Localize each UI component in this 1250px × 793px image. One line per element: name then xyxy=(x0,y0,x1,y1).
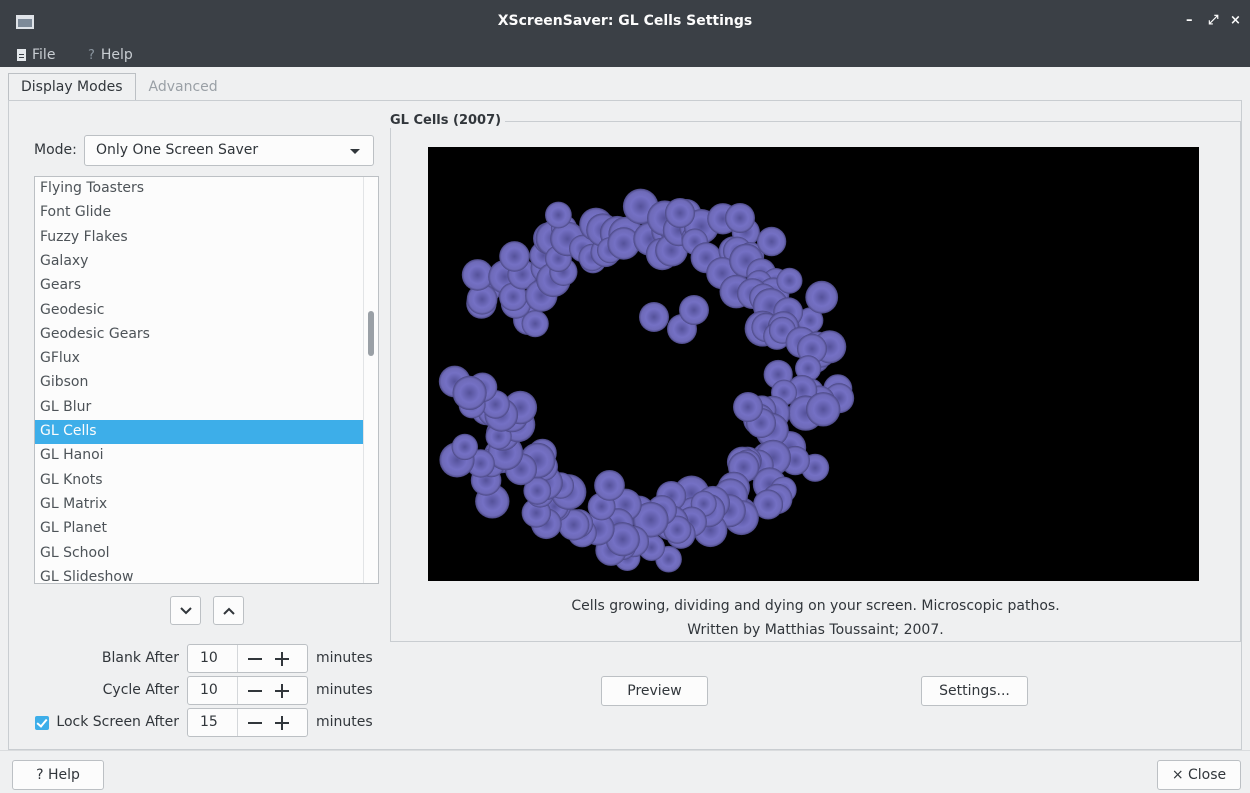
minus-icon[interactable] xyxy=(248,658,262,660)
list-item[interactable]: GL Blur xyxy=(35,396,364,420)
tab-advanced[interactable]: Advanced xyxy=(136,73,231,101)
cell-shape xyxy=(594,470,625,501)
cycle-after-label: Cycle After xyxy=(102,682,179,698)
help-icon: ? xyxy=(36,767,44,783)
cell-shape xyxy=(452,375,487,410)
list-item[interactable]: Gibson xyxy=(35,371,364,395)
blank-after-value[interactable]: 10 xyxy=(200,650,218,666)
cycle-after-unit: minutes xyxy=(316,682,373,698)
list-item[interactable]: GFlux xyxy=(35,347,364,371)
menu-bar: File ? Help xyxy=(0,45,1250,67)
previous-saver-button[interactable] xyxy=(213,596,244,625)
close-button[interactable]: × Close xyxy=(1157,760,1241,790)
cell-shape xyxy=(679,295,709,325)
cell-shape xyxy=(639,302,669,332)
mode-label: Mode: xyxy=(34,142,77,158)
menu-help[interactable]: ? Help xyxy=(88,45,133,65)
cycle-after-value[interactable]: 10 xyxy=(200,682,218,698)
tab-display-modes[interactable]: Display Modes xyxy=(8,73,136,101)
list-item[interactable]: GL Knots xyxy=(35,469,364,493)
scrollbar-thumb[interactable] xyxy=(368,311,374,356)
list-item[interactable]: Flying Toasters xyxy=(35,177,364,201)
preview-title: GL Cells (2007) xyxy=(390,113,506,128)
preview-description: Cells growing, dividing and dying on you… xyxy=(571,598,1060,614)
preview-button[interactable]: Preview xyxy=(601,676,708,706)
list-item[interactable]: Gears xyxy=(35,274,364,298)
help-icon: ? xyxy=(88,47,95,63)
menu-file[interactable]: File xyxy=(17,45,55,65)
blank-after-label: Blank After xyxy=(101,650,179,666)
list-item[interactable]: GL School xyxy=(35,542,364,566)
next-saver-button[interactable] xyxy=(170,596,201,625)
lock-screen-unit: minutes xyxy=(316,714,373,730)
settings-button[interactable]: Settings... xyxy=(921,676,1028,706)
menu-file-label: File xyxy=(32,47,56,63)
list-item[interactable]: Font Glide xyxy=(35,201,364,225)
saver-list[interactable]: GL Slideshow GL School GL Planet GL Matrix G… xyxy=(34,176,379,584)
cell-shape xyxy=(805,280,839,314)
chevron-up-icon xyxy=(223,607,235,615)
preview-canvas xyxy=(428,147,1199,581)
file-icon xyxy=(17,49,26,61)
cells-image xyxy=(438,188,855,573)
list-item[interactable]: GL Matrix xyxy=(35,493,364,517)
lock-screen-checkbox[interactable] xyxy=(35,716,49,730)
cell-shape xyxy=(756,226,787,257)
close-button-label: Close xyxy=(1188,767,1227,783)
plus-icon[interactable] xyxy=(275,652,289,666)
list-scrollbar[interactable] xyxy=(363,177,378,583)
title-bar: XScreenSaver: GL Cells Settings – ⤢ × xyxy=(0,0,1250,45)
preview-credit: Written by Matthias Toussaint; 2007. xyxy=(687,622,944,638)
list-item[interactable]: Geodesic Gears xyxy=(35,323,364,347)
list-item[interactable]: GL Hanoi xyxy=(35,444,364,468)
list-item[interactable]: Fuzzy Flakes xyxy=(35,226,364,250)
cell-shape xyxy=(451,433,478,461)
minimize-icon[interactable]: – xyxy=(1186,13,1193,28)
close-window-icon[interactable]: × xyxy=(1230,13,1241,28)
cell-shape xyxy=(733,392,763,422)
lock-screen-value[interactable]: 15 xyxy=(200,714,218,730)
lock-screen-label[interactable]: Lock Screen After xyxy=(53,714,179,730)
cycle-after-spinbox[interactable]: 10 xyxy=(187,676,308,705)
menu-help-label: Help xyxy=(100,47,133,63)
tab-bar: Display Modes Advanced xyxy=(8,73,231,101)
list-item[interactable]: GL Cells xyxy=(35,420,364,444)
maximize-icon[interactable]: ⤢ xyxy=(1208,13,1218,28)
minus-icon[interactable] xyxy=(248,690,262,692)
cell-shape xyxy=(806,392,841,427)
chevron-down-icon xyxy=(350,149,360,154)
cell-shape xyxy=(725,203,755,233)
minus-icon[interactable] xyxy=(248,722,262,724)
plus-icon[interactable] xyxy=(275,716,289,730)
list-item[interactable]: Geodesic xyxy=(35,299,364,323)
cell-shape xyxy=(545,201,572,229)
list-item[interactable]: Galaxy xyxy=(35,250,364,274)
chevron-down-icon xyxy=(180,607,192,615)
close-icon: × xyxy=(1171,767,1184,783)
list-item[interactable]: GL Planet xyxy=(35,517,364,541)
blank-after-spinbox[interactable]: 10 xyxy=(187,644,308,673)
window-title: XScreenSaver: GL Cells Settings xyxy=(497,13,753,29)
mode-dropdown-value: Only One Screen Saver xyxy=(96,142,259,158)
help-button-label: Help xyxy=(47,767,80,783)
cell-shape xyxy=(665,198,695,228)
help-button[interactable]: ? Help xyxy=(12,760,104,790)
mode-dropdown[interactable]: Only One Screen Saver xyxy=(84,135,374,166)
list-item[interactable]: GL Slideshow xyxy=(35,566,364,583)
lock-screen-spinbox[interactable]: 15 xyxy=(187,708,308,737)
cell-shape xyxy=(499,241,530,272)
plus-icon[interactable] xyxy=(275,684,289,698)
blank-after-unit: minutes xyxy=(316,650,373,666)
cell-shape xyxy=(776,267,803,294)
